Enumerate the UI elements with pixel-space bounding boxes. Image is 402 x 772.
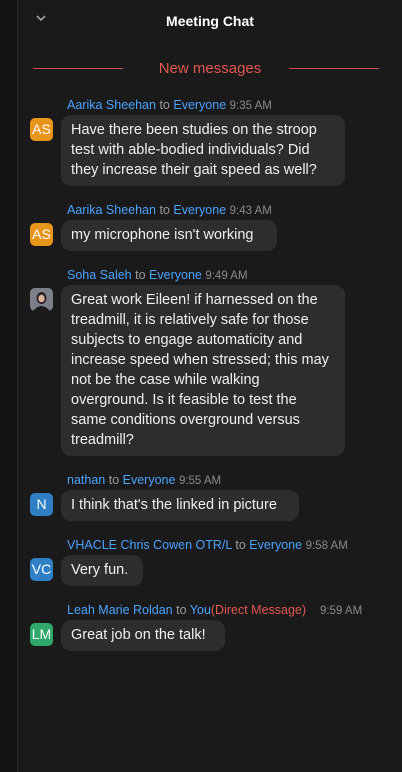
new-messages-divider: New messages [18,60,402,80]
avatar[interactable]: N [30,493,53,516]
message-time: 9:43 AM [229,205,272,217]
sender-name[interactable]: VHACLE Chris Cowen OTR/L [67,538,232,552]
message-meta: Soha Saleh to Everyone 9:49 AM [67,268,248,282]
recipient-name[interactable]: Everyone [123,473,176,487]
meeting-chat-panel: Meeting Chat New messages Aarika Sheehan… [18,0,402,772]
left-edge-strip [0,0,18,772]
sender-name[interactable]: nathan [67,473,105,487]
sender-name[interactable]: Aarika Sheehan [67,98,156,112]
message-time: 9:55 AM [178,475,222,487]
message-time: 9:58 AM [305,540,348,552]
message-bubble[interactable]: Have there been studies on the stroop te… [61,115,345,186]
divider-line-right [289,68,379,69]
message-bubble[interactable]: Very fun. [61,555,143,586]
recipient-name[interactable]: Everyone [149,268,202,282]
message-meta: VHACLE Chris Cowen OTR/L to Everyone 9:5… [67,538,348,552]
message-bubble[interactable]: Great job on the talk! [61,620,225,651]
to-word: to [108,473,120,487]
message-meta: Aarika Sheehan to Everyone 9:35 AM [67,98,272,112]
message-meta: Aarika Sheehan to Everyone 9:43 AM [67,203,272,217]
avatar[interactable]: AS [30,223,53,246]
recipient-name[interactable]: Everyone [173,98,226,112]
message-meta: nathan to Everyone 9:55 AM [67,473,221,487]
message-bubble[interactable]: my microphone isn't working [61,220,277,251]
recipient-name[interactable]: Everyone [173,203,226,217]
chat-header: Meeting Chat [18,0,402,42]
message-time: 9:59 AM [319,605,363,617]
to-word: to [135,268,146,282]
message-time: 9:49 AM [205,270,248,282]
avatar[interactable]: AS [30,118,53,141]
to-word: to [159,98,170,112]
message-bubble[interactable]: I think that's the linked in picture [61,490,299,521]
message-bubble[interactable]: Great work Eileen! if harnessed on the t… [61,285,345,456]
sender-name[interactable]: Soha Saleh [67,268,132,282]
recipient-name[interactable]: You [190,603,211,617]
avatar[interactable] [30,288,53,311]
to-word: to [176,603,187,617]
chat-title: Meeting Chat [166,13,254,29]
avatar[interactable]: LM [30,623,53,646]
direct-message-tag: (Direct Message) [210,603,307,617]
to-word: to [235,538,246,552]
sender-name[interactable]: Aarika Sheehan [67,203,156,217]
to-word: to [159,203,170,217]
recipient-name[interactable]: Everyone [249,538,302,552]
message-time: 9:35 AM [229,100,272,112]
message-meta: Leah Marie Roldan to You(Direct Message)… [67,603,362,617]
sender-name[interactable]: Leah Marie Roldan [67,603,173,617]
avatar[interactable]: VC [30,558,53,581]
